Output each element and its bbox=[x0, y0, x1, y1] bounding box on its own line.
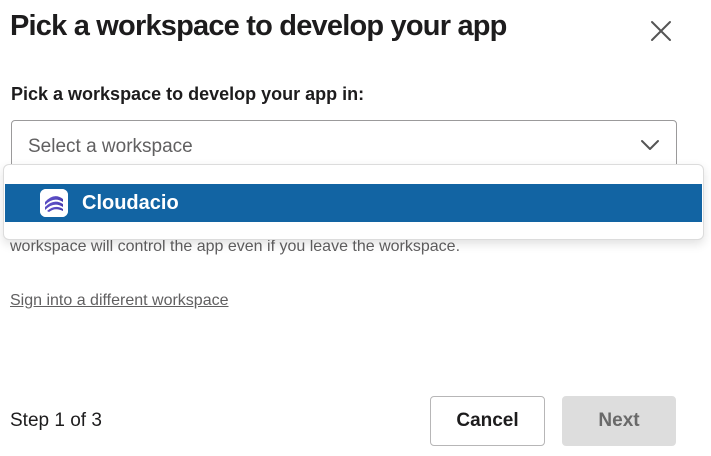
cancel-button[interactable]: Cancel bbox=[430, 396, 545, 446]
workspace-option-label: Cloudacio bbox=[82, 191, 179, 214]
close-button[interactable] bbox=[646, 16, 676, 46]
sign-in-different-workspace-link[interactable]: Sign into a different workspace bbox=[10, 292, 229, 310]
cloudacio-logo-icon bbox=[40, 189, 68, 217]
workspace-select[interactable]: Select a workspace bbox=[11, 120, 677, 170]
create-app-modal: Pick a workspace to develop your app Pic… bbox=[0, 0, 711, 456]
modal-title: Pick a workspace to develop your app bbox=[10, 10, 507, 42]
next-button[interactable]: Next bbox=[562, 396, 676, 446]
workspace-dropdown: Cloudacio bbox=[3, 164, 704, 240]
chevron-down-icon bbox=[641, 140, 659, 150]
workspace-field-label: Pick a workspace to develop your app in: bbox=[11, 84, 365, 104]
workspace-help-text: workspace will control the app even if y… bbox=[10, 238, 461, 255]
close-icon bbox=[651, 21, 671, 41]
workspace-option-cloudacio[interactable]: Cloudacio bbox=[5, 184, 702, 222]
workspace-select-placeholder: Select a workspace bbox=[28, 136, 193, 157]
step-indicator: Step 1 of 3 bbox=[10, 410, 102, 431]
